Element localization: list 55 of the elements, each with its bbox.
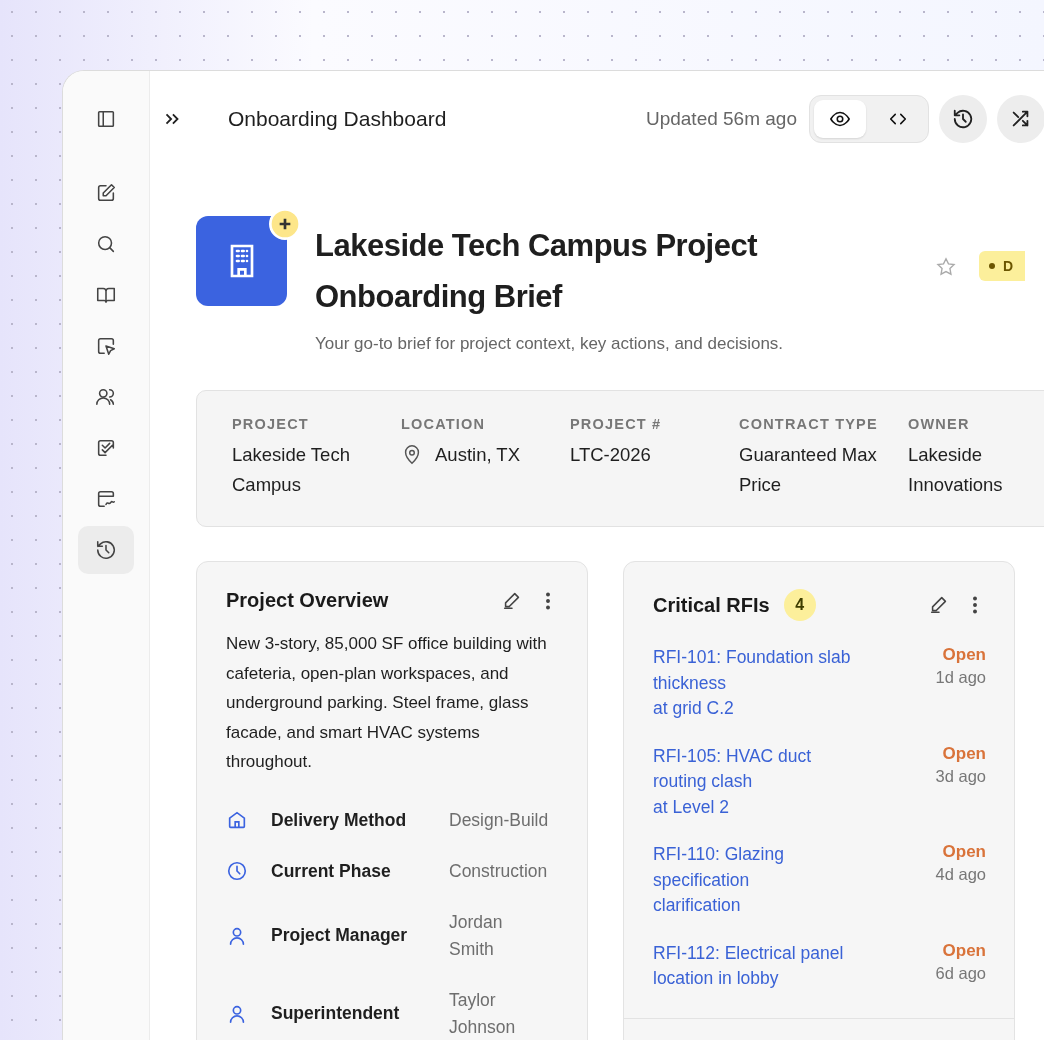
detail-label: Project Manager xyxy=(271,925,409,946)
detail-value: Jordan Smith xyxy=(449,910,504,961)
page-title: Onboarding Dashboard xyxy=(228,107,447,131)
sidebar-button[interactable] xyxy=(78,526,134,574)
info-value: Lakeside Innovations xyxy=(908,443,1004,497)
people-icon xyxy=(95,386,117,408)
updated-time: Updated 56m ago xyxy=(645,108,797,130)
info-value: Guaranteed Max Price xyxy=(739,443,878,497)
rfi-status: Open xyxy=(942,645,986,665)
brief-subtitle: Your go-to brief for project context, key actions, and decisions. xyxy=(315,334,785,354)
info-value: LTC-2026 xyxy=(570,443,652,467)
search-icon xyxy=(95,233,117,255)
rfi-link[interactable]: at grid C.2 xyxy=(653,696,863,722)
detail-value: Design-Build xyxy=(449,808,550,832)
count-badge: 4 xyxy=(783,589,816,621)
info-label: PROJECT # xyxy=(570,416,663,432)
clock-icon xyxy=(226,860,248,882)
rfi-age: 4d ago xyxy=(935,865,986,884)
rfi-status: Open xyxy=(942,842,986,862)
rfi-age: 3d ago xyxy=(935,766,986,786)
rfi-link[interactable]: RFI-112: Electrical panel location in lobby xyxy=(653,940,863,992)
shuffle-button[interactable] xyxy=(997,95,1044,143)
cursor-icon xyxy=(95,335,117,357)
detail-value: Construction xyxy=(449,859,549,883)
checklist-icon xyxy=(95,437,117,459)
history-icon xyxy=(952,108,974,130)
status-badge: D xyxy=(979,251,1026,281)
rfi-status: Open xyxy=(942,743,986,764)
brief-title: Lakeside Tech Campus Project Onboarding Brief xyxy=(315,227,759,316)
rfi-link[interactable]: at Level 2 xyxy=(653,794,863,820)
card-title: Project Overview xyxy=(226,589,389,612)
info-value: Lakeside Tech Campus xyxy=(232,443,351,497)
history-icon xyxy=(95,539,117,561)
house-icon xyxy=(226,809,248,831)
info-value: Austin, TX xyxy=(435,443,521,467)
sidebar-panel-icon xyxy=(95,108,117,130)
history-button[interactable] xyxy=(939,95,987,143)
info-label: PROJECT xyxy=(232,416,310,432)
star-icon[interactable] xyxy=(935,256,957,278)
info-label: LOCATION xyxy=(401,416,487,432)
rfi-age: 6d ago xyxy=(935,963,986,983)
detail-value: Taylor Johnson xyxy=(449,988,517,1039)
rfi-link[interactable]: clarification xyxy=(653,893,863,919)
view-toggle-option[interactable] xyxy=(814,100,866,138)
detail-label: Delivery Method xyxy=(271,809,408,831)
rfi-status: Open xyxy=(942,940,986,961)
rfi-age: 1d ago xyxy=(935,668,986,687)
detail-label: Superintendent xyxy=(271,1003,401,1024)
overview-description: New 3-story, 85,000 SF office building with cafeteria, open-plan workspaces, and underground parking. Steel frame, glass facade, and smart HVAC systems throughout. xyxy=(226,633,548,773)
plus-badge-icon[interactable] xyxy=(269,208,301,240)
card-title: Critical RFIs xyxy=(653,593,770,617)
signature-icon xyxy=(95,488,117,510)
info-label: CONTRACT TYPE xyxy=(739,416,879,432)
info-label: OWNER xyxy=(908,416,971,432)
detail-label: Current Phase xyxy=(271,860,392,882)
